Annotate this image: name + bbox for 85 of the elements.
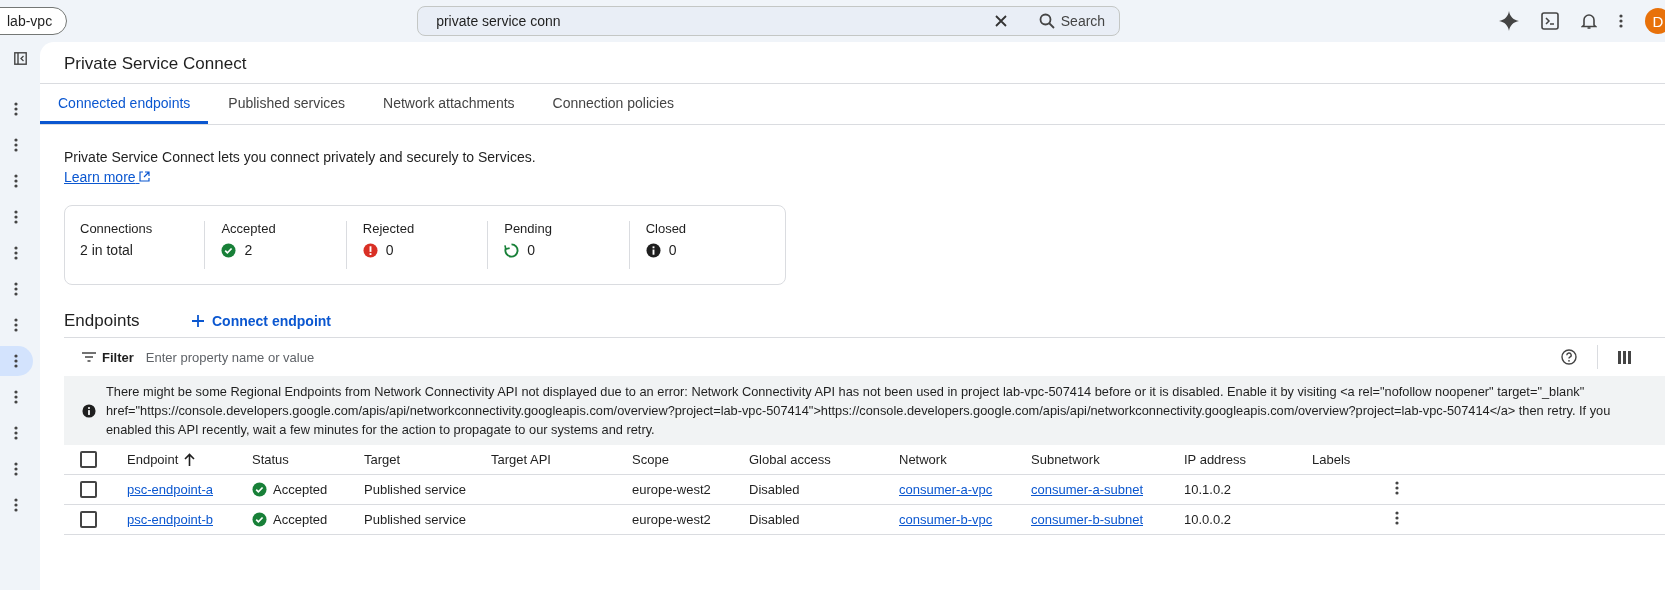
pending-icon <box>504 242 520 258</box>
tab[interactable]: Published services <box>210 84 364 124</box>
learn-more-link[interactable]: Learn more <box>64 169 151 185</box>
plus-icon <box>192 315 204 327</box>
table-cell: Disabled <box>749 482 800 497</box>
endpoint-link[interactable]: psc-endpoint-b <box>127 512 213 527</box>
stat-value: 0 <box>668 242 677 258</box>
column-header[interactable]: Status <box>252 452 289 467</box>
more-icon[interactable] <box>1619 14 1623 28</box>
collapse-panel-icon[interactable] <box>13 52 27 65</box>
page-title: Private Service Connect <box>40 42 1665 84</box>
error-icon <box>362 242 378 258</box>
external-link-icon <box>139 171 151 182</box>
more-icon[interactable] <box>14 282 18 296</box>
stat-label: Pending <box>504 221 553 236</box>
stat-label: Accepted <box>221 221 277 236</box>
search-field[interactable]: private service conn Search <box>417 6 1121 36</box>
more-icon[interactable] <box>14 138 18 152</box>
column-header[interactable]: Global access <box>749 452 831 467</box>
bell-icon[interactable] <box>1581 12 1597 30</box>
tab[interactable]: Network attachments <box>365 84 533 124</box>
subnetwork-link[interactable]: consumer-b-subnet <box>1031 512 1143 527</box>
filter-label[interactable]: Filter <box>102 349 134 365</box>
table-cell: europe-west2 <box>632 482 711 497</box>
more-icon[interactable] <box>14 246 18 260</box>
table-cell: Disabled <box>749 512 800 527</box>
column-header[interactable]: IP address <box>1184 452 1246 467</box>
tab[interactable]: Connected endpoints <box>40 84 209 124</box>
search-icon <box>1038 13 1055 29</box>
check-circle-icon <box>221 242 237 258</box>
more-icon[interactable] <box>14 318 18 332</box>
endpoint-link[interactable]: psc-endpoint-a <box>127 482 213 497</box>
section-title: Endpoints <box>64 311 141 331</box>
row-checkbox[interactable] <box>80 511 97 528</box>
more-icon[interactable] <box>14 426 18 440</box>
table-cell: 10.0.0.2 <box>1184 512 1231 527</box>
stat-value: 0 <box>385 242 394 258</box>
stat-label: Connections <box>80 221 154 236</box>
table-cell: europe-west2 <box>632 512 711 527</box>
network-link[interactable]: consumer-a-vpc <box>899 482 993 497</box>
project-selector[interactable]: lab-vpc <box>0 7 68 35</box>
more-icon[interactable] <box>14 174 18 188</box>
help-icon[interactable] <box>1561 349 1577 365</box>
stat-value: 2 <box>244 242 253 258</box>
column-header[interactable]: Network <box>899 452 947 467</box>
description: Private Service Connect lets you connect privately and securely to Services. Learn more <box>64 148 537 187</box>
more-icon[interactable] <box>14 498 18 512</box>
status-text: Accepted <box>273 482 328 497</box>
network-link[interactable]: consumer-b-vpc <box>899 512 993 527</box>
terminal-icon[interactable] <box>1541 12 1559 30</box>
column-header[interactable]: Scope <box>632 452 669 467</box>
clear-icon[interactable] <box>994 15 1007 27</box>
row-actions-icon[interactable] <box>1395 481 1399 495</box>
more-icon[interactable] <box>14 390 18 404</box>
column-header[interactable]: Subnetwork <box>1031 452 1100 467</box>
tab[interactable]: Connection policies <box>534 84 692 124</box>
stat-value: 0 <box>527 242 535 258</box>
search-button[interactable]: Search <box>1034 13 1110 29</box>
columns-icon[interactable] <box>1618 350 1631 364</box>
column-header[interactable]: Target <box>364 452 401 467</box>
connect-endpoint-button[interactable]: Connect endpoint <box>192 313 331 329</box>
warning-text: There might be some Regional Endpoints from Network Connectivity API not displayed due to an error: Network Connectivity API has not been used in project lab-vpc-507414 before or it is disabled. Enable it by visiting <a rel="nofollow noopener" target="_blank" href="https://console.developers.google.com/apis/api/networkconnectivity.googleapis.com/overview?project=lab-vpc-507414">https://console.developers.google.com/apis/api/networkconnectivity.googleapis.com/overview?project=lab-vpc-507414</a> then retry. If you enabled this API recently, wait a few minutes for the action to propagate to our systems and retry. <box>106 383 1612 439</box>
more-icon[interactable] <box>14 102 18 116</box>
info-icon <box>645 242 661 258</box>
stat-label: Closed <box>645 221 688 236</box>
subnetwork-link[interactable]: consumer-a-subnet <box>1031 482 1143 497</box>
row-actions-icon[interactable] <box>1395 511 1399 525</box>
column-header[interactable]: Target API <box>491 452 551 467</box>
column-header[interactable]: Endpoint <box>127 452 179 467</box>
stat-label: Rejected <box>362 221 416 236</box>
table-cell: 10.1.0.2 <box>1184 482 1231 497</box>
stat-value: 2 in total <box>80 242 133 258</box>
filter-icon[interactable] <box>82 352 96 362</box>
table-cell: Published service <box>364 482 466 497</box>
table-cell: Published service <box>364 512 466 527</box>
sparkle-icon[interactable] <box>1499 11 1519 31</box>
info-icon <box>82 403 96 418</box>
sort-up-icon[interactable] <box>184 453 196 466</box>
row-checkbox[interactable] <box>80 481 97 498</box>
status-text: Accepted <box>273 512 328 527</box>
more-icon[interactable] <box>14 354 18 368</box>
column-header[interactable]: Labels <box>1312 452 1351 467</box>
more-icon[interactable] <box>14 210 18 224</box>
select-all-checkbox[interactable] <box>80 451 97 468</box>
more-icon[interactable] <box>14 462 18 476</box>
